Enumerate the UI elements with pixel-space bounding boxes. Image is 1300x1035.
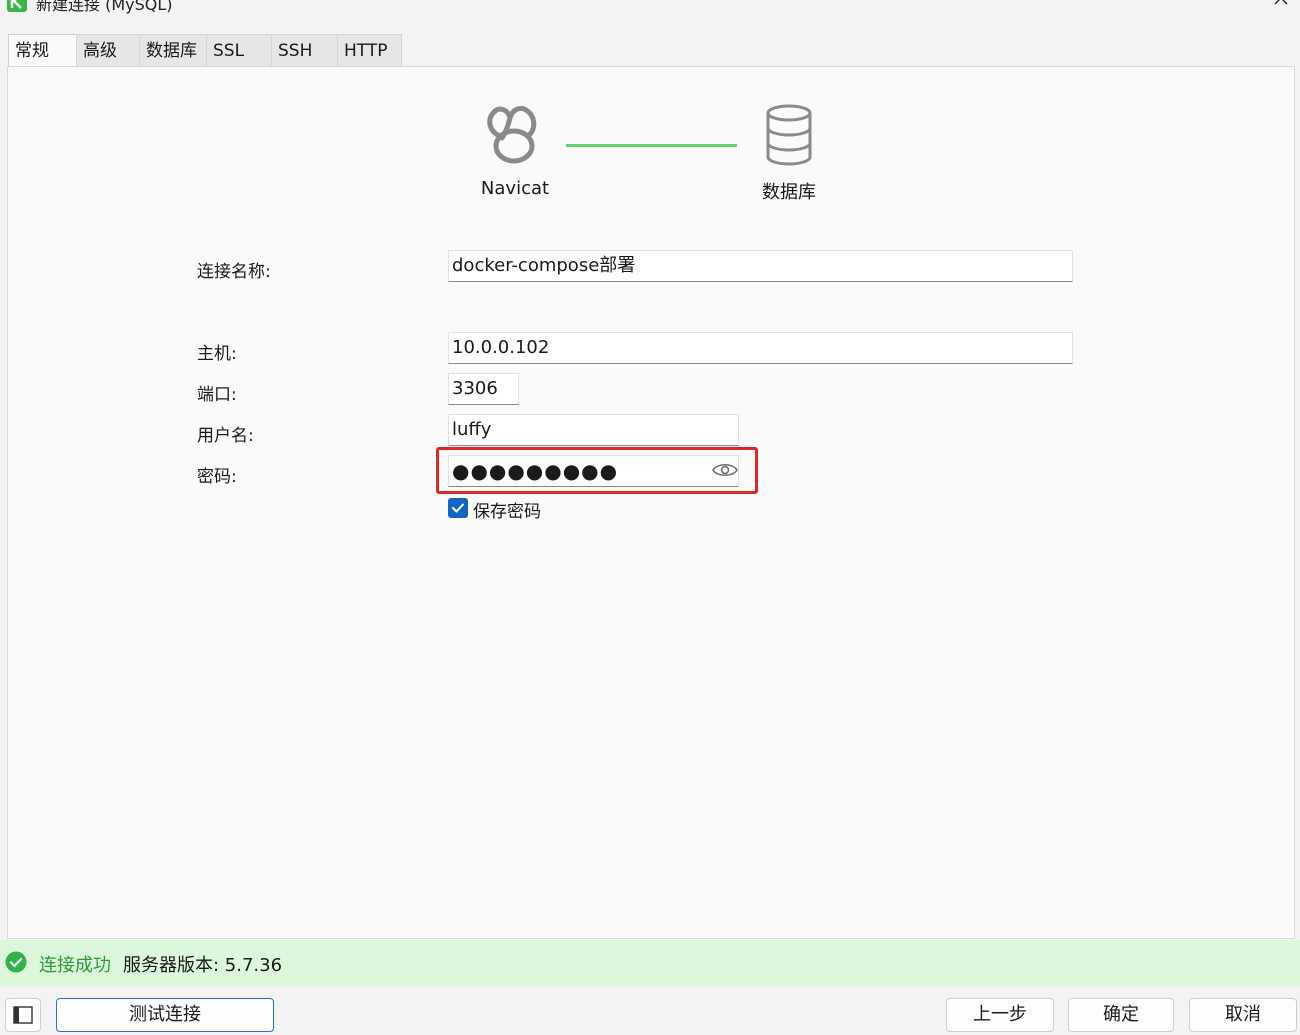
connection-link-line [566, 144, 737, 147]
port-input[interactable]: 3306 [448, 373, 519, 405]
database-label: 数据库 [762, 182, 816, 203]
username-input[interactable]: luffy [448, 414, 739, 446]
connection-name-input[interactable]: docker-compose部署 [448, 250, 1073, 282]
port-label: 端口: [197, 385, 237, 405]
check-circle-icon [5, 951, 27, 973]
tab-general[interactable]: 常规 [8, 34, 77, 67]
database-icon [766, 104, 812, 166]
sidebar-panel-icon [13, 1006, 33, 1024]
title-bar [0, 0, 1300, 22]
sidebar-toggle-button[interactable] [5, 998, 41, 1032]
save-password-label: 保存密码 [473, 502, 541, 522]
connection-name-label: 连接名称: [197, 262, 271, 282]
tab-ssl[interactable]: SSL [206, 34, 272, 66]
tab-ssh[interactable]: SSH [271, 34, 338, 66]
check-icon [452, 503, 464, 513]
app-icon [7, 0, 27, 12]
ok-button[interactable]: 确定 [1068, 998, 1174, 1032]
password-label: 密码: [197, 467, 237, 487]
status-result: 连接成功 [39, 955, 111, 976]
tab-http[interactable]: HTTP [337, 34, 402, 66]
host-input[interactable]: 10.0.0.102 [448, 332, 1073, 364]
back-button[interactable]: 上一步 [946, 998, 1054, 1032]
tab-strip: 常规 高级 数据库 SSL SSH HTTP [8, 34, 1298, 67]
username-label: 用户名: [197, 426, 254, 446]
host-label: 主机: [197, 344, 237, 364]
cancel-button[interactable]: 取消 [1189, 998, 1297, 1032]
general-panel [7, 66, 1295, 939]
close-icon[interactable] [1272, 0, 1292, 10]
window-title: 新建连接 (MySQL) [36, 0, 173, 14]
save-password-checkbox[interactable] [448, 498, 468, 518]
navicat-logo-icon [487, 105, 537, 164]
test-connection-button[interactable]: 测试连接 [56, 998, 274, 1032]
password-highlight-box [436, 447, 758, 494]
tab-advanced[interactable]: 高级 [76, 34, 140, 66]
navicat-label: Navicat [480, 178, 550, 199]
tab-database[interactable]: 数据库 [139, 34, 207, 66]
server-version: 服务器版本: 5.7.36 [123, 955, 283, 976]
